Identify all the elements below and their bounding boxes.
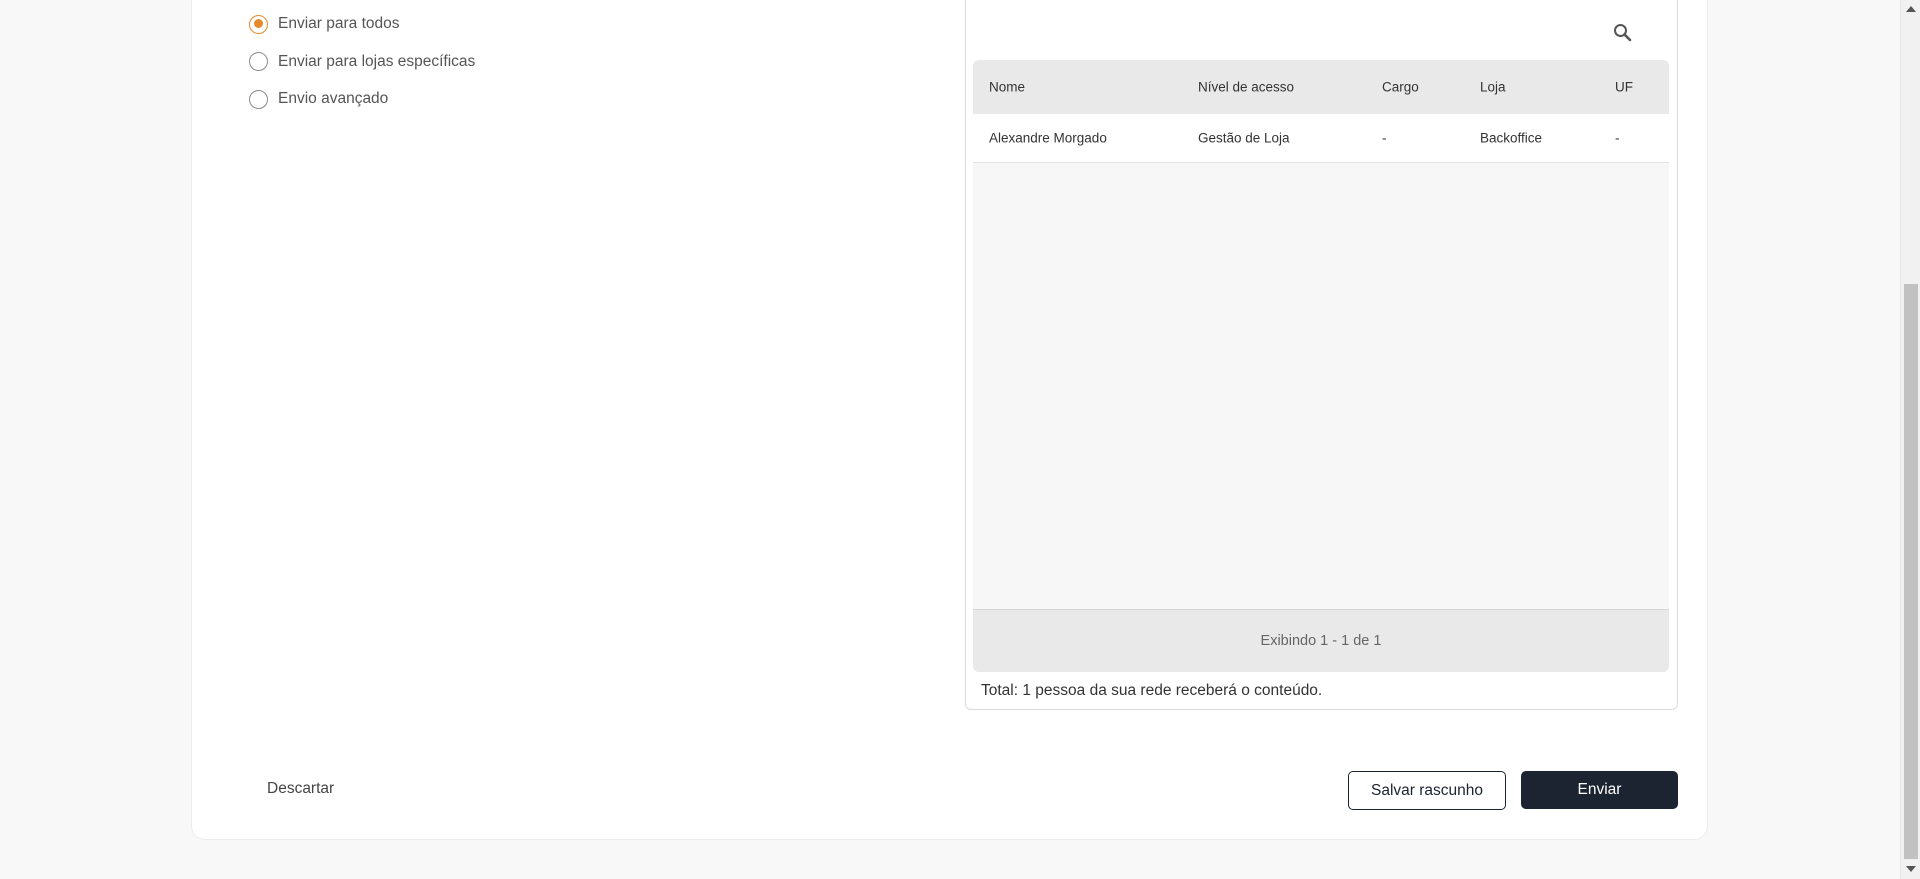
send-button[interactable]: Enviar: [1521, 771, 1678, 809]
save-draft-button[interactable]: Salvar rascunho: [1348, 771, 1506, 810]
pagination-footer: Exibindo 1 - 1 de 1: [973, 609, 1669, 672]
radio-button[interactable]: [249, 52, 268, 71]
radio-label: Enviar para lojas específicas: [278, 52, 476, 70]
table-header: Nome Nível de acesso Cargo Loja UF: [973, 60, 1669, 114]
radio-button[interactable]: [249, 89, 268, 109]
column-header-state[interactable]: UF: [1615, 80, 1633, 95]
cell-name: Alexandre Morgado: [989, 130, 1107, 146]
column-header-access-level[interactable]: Nível de acesso: [1198, 80, 1294, 95]
radio-send-all[interactable]: Enviar para todos: [249, 14, 475, 34]
audience-radio-group: Enviar para todos Enviar para lojas espe…: [249, 14, 475, 127]
radio-button-checked[interactable]: [249, 14, 268, 34]
cell-state: -: [1615, 130, 1620, 146]
vertical-scrollbar[interactable]: [1900, 0, 1920, 879]
radio-label: Enviar para todos: [278, 15, 400, 32]
scroll-up-arrow-icon[interactable]: [1906, 6, 1916, 12]
scroll-down-arrow-icon[interactable]: [1906, 866, 1916, 872]
column-header-role[interactable]: Cargo: [1382, 80, 1419, 95]
scrollbar-thumb[interactable]: [1904, 284, 1918, 859]
discard-button[interactable]: Descartar: [267, 780, 334, 798]
search-icon[interactable]: [1612, 22, 1634, 44]
cell-role: -: [1382, 130, 1387, 146]
radio-advanced-send[interactable]: Envio avançado: [249, 89, 475, 109]
cell-access-level: Gestão de Loja: [1198, 130, 1290, 146]
recipients-table: Nome Nível de acesso Cargo Loja UF Alexa…: [973, 60, 1669, 672]
recipients-total: Total: 1 pessoa da sua rede receberá o c…: [981, 682, 1323, 699]
column-header-name[interactable]: Nome: [989, 80, 1025, 95]
cell-store: Backoffice: [1480, 130, 1543, 146]
column-header-store[interactable]: Loja: [1480, 80, 1506, 95]
pagination-text: Exibindo 1 - 1 de 1: [1260, 633, 1382, 649]
table-row[interactable]: Alexandre Morgado Gestão de Loja - Backo…: [973, 114, 1669, 163]
radio-label: Envio avançado: [278, 90, 389, 107]
radio-send-specific-stores[interactable]: Enviar para lojas específicas: [249, 52, 475, 72]
